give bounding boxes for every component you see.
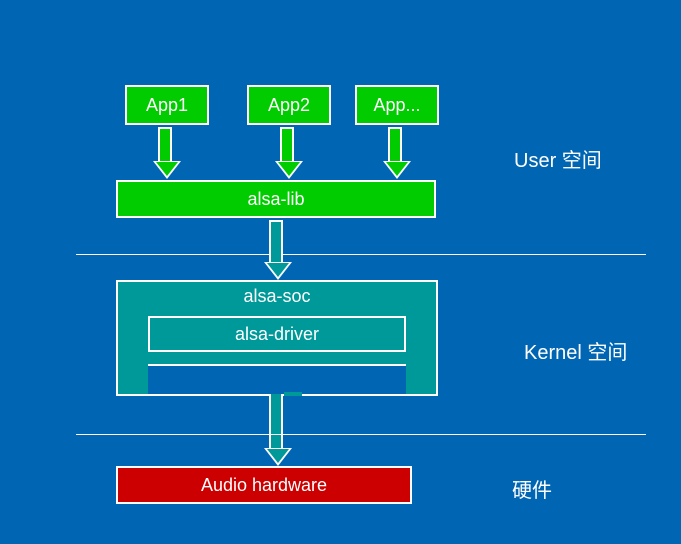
box-alsa-soc: alsa-soc alsa-driver [116, 280, 438, 396]
box-app1: App1 [125, 85, 209, 125]
divider-user-kernel [76, 254, 646, 255]
divider-kernel-hw [76, 434, 646, 435]
label-kernel-space: Kernel 空间 [524, 336, 627, 365]
box-alsa-lib: alsa-lib [116, 180, 436, 218]
box-audio-hardware: Audio hardware [116, 466, 412, 504]
box-app3: App... [355, 85, 439, 125]
box-app2: App2 [247, 85, 331, 125]
box-alsa-driver: alsa-driver [148, 316, 406, 352]
label-user-space: User 空间 [514, 144, 602, 173]
label-alsa-soc: alsa-soc [118, 286, 436, 307]
alsa-soc-cutout [148, 364, 406, 394]
label-hardware: 硬件 [512, 474, 552, 503]
